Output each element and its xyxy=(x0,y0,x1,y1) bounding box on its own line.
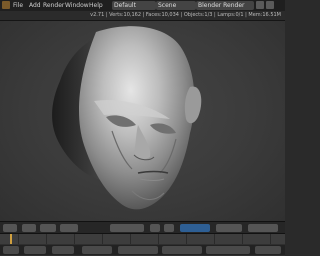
ruler-tick xyxy=(158,234,159,244)
screen-icon[interactable] xyxy=(256,1,264,9)
ruler-tick xyxy=(130,234,131,244)
timeline-playback-button[interactable] xyxy=(82,246,112,254)
ruler-tick xyxy=(102,234,103,244)
ruler-tick xyxy=(214,234,215,244)
timeline-ruler[interactable] xyxy=(0,234,285,244)
ruler-tick xyxy=(242,234,243,244)
menu-file[interactable]: File xyxy=(13,1,23,10)
snap-settings[interactable] xyxy=(248,224,278,232)
scene-icon[interactable] xyxy=(266,1,274,9)
ruler-tick xyxy=(186,234,187,244)
shading-button[interactable] xyxy=(150,224,160,232)
timeline-controls xyxy=(0,245,285,255)
timeline-view-button[interactable] xyxy=(3,246,19,254)
layer-buttons[interactable] xyxy=(216,224,242,232)
blender-logo-icon xyxy=(2,1,10,9)
pivot-button[interactable] xyxy=(164,224,174,232)
end-frame-field[interactable] xyxy=(162,246,202,254)
menu-window[interactable]: Window xyxy=(65,1,89,10)
timeline-marker-button[interactable] xyxy=(24,246,46,254)
current-frame-field[interactable] xyxy=(255,246,281,254)
start-frame-field[interactable] xyxy=(118,246,158,254)
current-frame-marker[interactable] xyxy=(10,234,12,244)
view-menu-button[interactable] xyxy=(22,224,36,232)
info-stats-bar: v2.71 | Verts:10,162 | Faces:10,034 | Ob… xyxy=(0,11,285,21)
blender-window: File Add Render Window Help Default Scen… xyxy=(0,0,285,256)
layout-selector[interactable]: Default xyxy=(112,1,156,10)
sculpted-head xyxy=(52,26,202,210)
ruler-tick xyxy=(74,234,75,244)
ruler-tick xyxy=(18,234,19,244)
timeline-editor xyxy=(0,233,285,256)
scene-selector[interactable]: Scene xyxy=(156,1,196,10)
3d-viewport[interactable] xyxy=(0,21,285,221)
playback-controls[interactable] xyxy=(206,246,250,254)
ruler-tick xyxy=(46,234,47,244)
menu-help[interactable]: Help xyxy=(89,1,103,10)
menu-render[interactable]: Render xyxy=(43,1,64,10)
manipulator-toggle[interactable] xyxy=(180,224,210,232)
render-engine-selector[interactable]: Blender Render xyxy=(196,1,254,10)
timeline-frame-button[interactable] xyxy=(52,246,74,254)
select-menu-button[interactable] xyxy=(40,224,56,232)
mode-selector[interactable] xyxy=(110,224,144,232)
menu-add[interactable]: Add xyxy=(29,1,41,10)
object-menu-button[interactable] xyxy=(60,224,78,232)
editor-type-button[interactable] xyxy=(3,224,17,232)
viewport-canvas[interactable] xyxy=(0,21,285,221)
scene-stats: v2.71 | Verts:10,162 | Faces:10,034 | Ob… xyxy=(90,12,281,18)
ruler-tick xyxy=(270,234,271,244)
